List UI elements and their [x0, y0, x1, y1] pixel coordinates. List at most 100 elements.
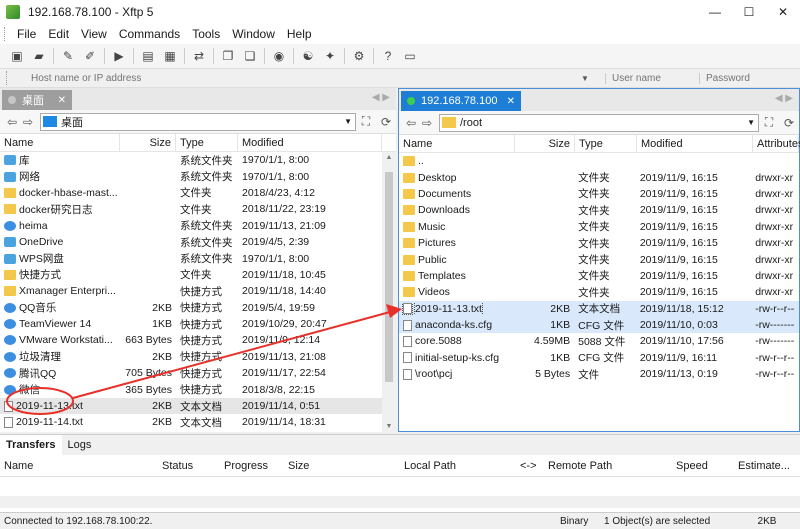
menu-tools[interactable]: Tools	[186, 27, 226, 41]
tcol-estimate[interactable]: Estimate...	[734, 460, 796, 472]
paste-icon[interactable]: ❏	[239, 46, 261, 66]
close-tab-icon[interactable]: ✕	[58, 95, 66, 106]
local-file-row[interactable]: Xmanager Enterpri... 快捷方式 2019/11/18, 14:4…	[0, 283, 396, 299]
folder-up-icon[interactable]: ⛶	[356, 114, 376, 129]
local-file-row[interactable]: 2019-11-14.txt 2KB 文本文档 2019/11/14, 18:31	[0, 414, 396, 430]
globe-icon[interactable]: ◉	[268, 46, 290, 66]
remote-file-row[interactable]: Music 文件夹 2019/11/9, 16:15 drwxr-xr	[399, 219, 799, 235]
forward-arrow-icon[interactable]: ⇨	[419, 116, 435, 130]
local-file-row[interactable]: 库 系统文件夹 1970/1/1, 8:00	[0, 152, 396, 168]
refresh-icon[interactable]: ⟳	[376, 115, 396, 129]
close-button[interactable]: ✕	[766, 0, 800, 24]
remote-file-row[interactable]: initial-setup-ks.cfg 1KB CFG 文件 2019/11/9, …	[399, 350, 799, 366]
local-file-row[interactable]: 腾讯QQ 705 Bytes 快捷方式 2019/11/17, 22:54	[0, 365, 396, 381]
remote-file-row[interactable]: Desktop 文件夹 2019/11/9, 16:15 drwxr-xr	[399, 169, 799, 185]
folder-up-icon[interactable]: ⛶	[759, 115, 779, 130]
tab-nav-arrows-icon[interactable]: ◀ ▶	[372, 92, 390, 103]
path-dropdown-icon[interactable]: ▼	[344, 117, 352, 126]
local-file-row[interactable]: OneDrive 系统文件夹 2019/4/5, 2:39	[0, 234, 396, 250]
col-modified[interactable]: Modified	[238, 133, 382, 152]
comment-icon[interactable]: ▭	[399, 46, 421, 66]
tcol-speed[interactable]: Speed	[672, 460, 734, 472]
tab-logs[interactable]: Logs	[62, 435, 98, 455]
remote-file-row[interactable]: Templates 文件夹 2019/11/9, 16:15 drwxr-xr	[399, 268, 799, 284]
tcol-direction[interactable]: <->	[516, 460, 544, 472]
copy-icon[interactable]: ❐	[217, 46, 239, 66]
local-file-row[interactable]: 垃圾清理 2KB 快捷方式 2019/11/13, 21:08	[0, 349, 396, 365]
document-icon[interactable]: ▦	[159, 46, 181, 66]
scroll-down-icon[interactable]: ▼	[382, 423, 396, 430]
minimize-button[interactable]: —	[698, 0, 732, 24]
remote-file-row[interactable]: core.5088 4.59MB 5088 文件 2019/11/10, 17:56 -…	[399, 333, 799, 349]
col-name[interactable]: Name	[399, 134, 515, 153]
local-file-row[interactable]: 网络 系统文件夹 1970/1/1, 8:00	[0, 168, 396, 184]
tab-remote[interactable]: 192.168.78.100 ✕	[401, 91, 521, 111]
forward-arrow-icon[interactable]: ⇨	[20, 115, 36, 129]
terminal-icon[interactable]: ▶	[108, 46, 130, 66]
local-file-row[interactable]: QQ音乐 2KB 快捷方式 2019/5/4, 19:59	[0, 300, 396, 316]
maximize-button[interactable]: ☐	[732, 0, 766, 24]
host-dropdown-icon[interactable]: ▼	[581, 74, 593, 83]
properties-icon[interactable]: ▤	[137, 46, 159, 66]
col-modified[interactable]: Modified	[637, 134, 753, 153]
new-session-icon[interactable]: ▣	[6, 46, 28, 66]
local-file-row[interactable]: 微信 365 Bytes 快捷方式 2018/3/8, 22:15	[0, 381, 396, 397]
tcol-remote-path[interactable]: Remote Path	[544, 460, 672, 472]
remote-file-row[interactable]: anaconda-ks.cfg 1KB CFG 文件 2019/11/10, 0:03…	[399, 316, 799, 334]
local-file-row[interactable]: docker研究日志 文件夹 2018/11/22, 23:19	[0, 201, 396, 217]
local-file-row[interactable]: docker-hbase-mast... 文件夹 2018/4/23, 4:12	[0, 185, 396, 201]
back-arrow-icon[interactable]: ⇦	[4, 115, 20, 129]
menu-window[interactable]: Window	[226, 27, 281, 41]
local-file-row[interactable]: 快捷方式 文件夹 2019/11/18, 10:45	[0, 267, 396, 283]
xshell-icon[interactable]: ☯	[297, 46, 319, 66]
local-vertical-scrollbar[interactable]: ▲ ▼	[382, 152, 396, 432]
remote-file-row[interactable]: Public 文件夹 2019/11/9, 16:15 drwxr-xr	[399, 251, 799, 267]
remote-file-row[interactable]: ..	[399, 153, 799, 169]
menu-commands[interactable]: Commands	[113, 27, 186, 41]
close-tab-icon[interactable]: ✕	[507, 96, 515, 107]
local-file-row[interactable]: VMware Workstati... 663 Bytes 快捷方式 2019/11/…	[0, 332, 396, 348]
tab-transfers[interactable]: Transfers	[0, 435, 62, 455]
open-folder-icon[interactable]: ▰	[28, 46, 50, 66]
gear-icon[interactable]: ⚙	[348, 46, 370, 66]
local-file-row[interactable]: WPS网盘 系统文件夹 1970/1/1, 8:00	[0, 250, 396, 266]
remote-file-row[interactable]: Documents 文件夹 2019/11/9, 16:15 drwxr-xr	[399, 186, 799, 202]
col-size[interactable]: Size	[120, 133, 176, 152]
scroll-thumb[interactable]	[385, 172, 393, 382]
path-dropdown-icon[interactable]: ▼	[747, 118, 755, 127]
username-input[interactable]	[605, 72, 695, 84]
menu-edit[interactable]: Edit	[42, 27, 75, 41]
menu-view[interactable]: View	[75, 27, 113, 41]
tab-nav-arrows-icon[interactable]: ◀ ▶	[775, 93, 793, 104]
menu-help[interactable]: Help	[281, 27, 318, 41]
tcol-progress[interactable]: Progress	[220, 460, 284, 472]
password-input[interactable]	[699, 72, 799, 84]
remote-file-row[interactable]: \root\pcj 5 Bytes 文件 2019/11/13, 0:19 -rw-r-…	[399, 366, 799, 382]
col-type[interactable]: Type	[575, 134, 637, 153]
back-arrow-icon[interactable]: ⇦	[403, 116, 419, 130]
tcol-local-path[interactable]: Local Path	[400, 460, 516, 472]
col-attributes[interactable]: Attributes	[753, 134, 800, 153]
local-file-row[interactable]: heima 系统文件夹 2019/11/13, 21:09	[0, 218, 396, 234]
help-icon[interactable]: ?	[377, 46, 399, 66]
menu-file[interactable]: File	[11, 27, 42, 41]
tab-local[interactable]: 桌面 ✕	[2, 90, 72, 110]
local-path-field[interactable]: 桌面 ▼	[40, 112, 356, 131]
sync-icon[interactable]: ⇄	[188, 46, 210, 66]
remote-file-row[interactable]: Downloads 文件夹 2019/11/9, 16:15 drwxr-xr	[399, 202, 799, 218]
scroll-up-icon[interactable]: ▲	[382, 154, 396, 161]
host-input[interactable]	[13, 72, 581, 84]
local-file-row[interactable]: TeamViewer 14 1KB 快捷方式 2019/10/29, 20:47	[0, 316, 396, 332]
connect-icon[interactable]: ✎	[57, 46, 79, 66]
remote-file-row[interactable]: Pictures 文件夹 2019/11/9, 16:15 drwxr-xr	[399, 235, 799, 251]
remote-file-row[interactable]: 2019-11-13.txt 2KB 文本文档 2019/11/18, 15:12 -r…	[399, 300, 799, 317]
col-size[interactable]: Size	[515, 134, 575, 153]
tcol-size[interactable]: Size	[284, 460, 400, 472]
remote-file-row[interactable]: Videos 文件夹 2019/11/9, 16:15 drwxr-xr	[399, 284, 799, 300]
disconnect-icon[interactable]: ✐	[79, 46, 101, 66]
col-name[interactable]: Name	[0, 133, 120, 152]
remote-path-field[interactable]: /root ▼	[439, 113, 759, 132]
tcol-name[interactable]: Name	[0, 460, 158, 472]
col-type[interactable]: Type	[176, 133, 238, 152]
transfers-horizontal-scrollbar[interactable]	[0, 496, 800, 508]
